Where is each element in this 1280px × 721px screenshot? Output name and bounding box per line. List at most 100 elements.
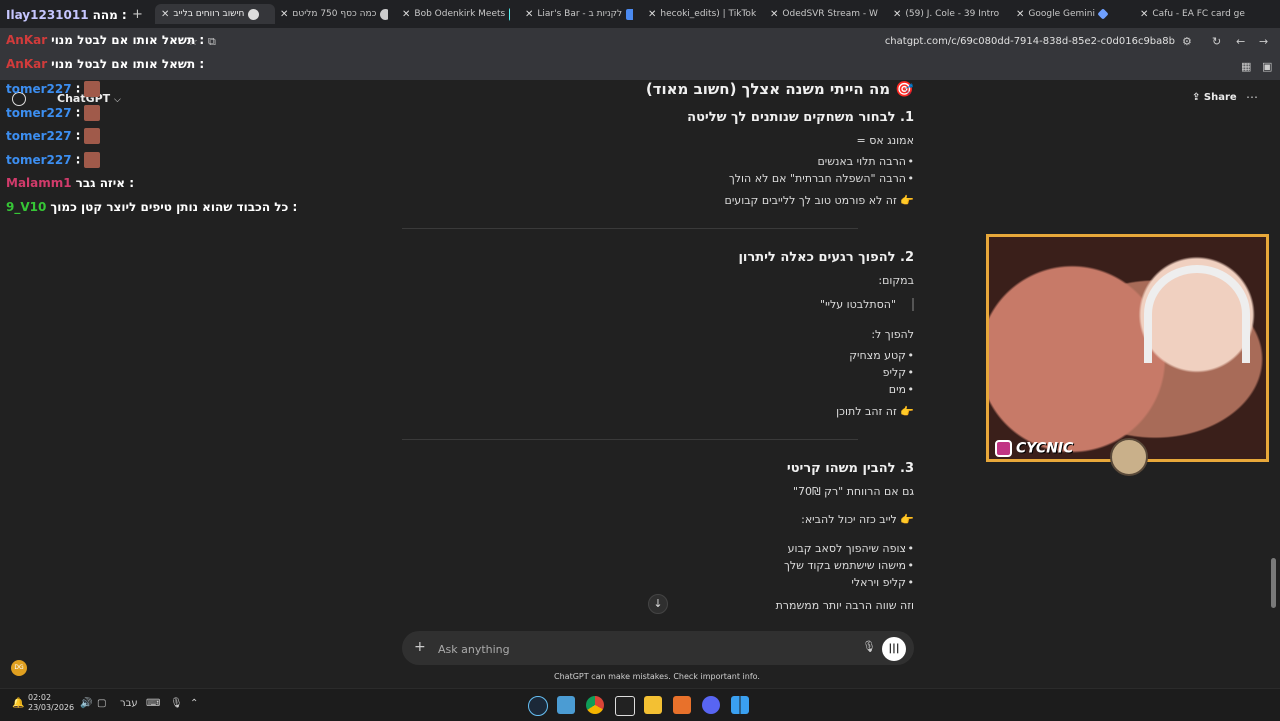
chat-text: : [75, 105, 81, 120]
new-tab-button[interactable]: + [132, 4, 146, 24]
emote-icon [84, 128, 101, 144]
keyboard-icon[interactable]: ⌨ [146, 698, 160, 709]
forward-icon[interactable]: → [1259, 35, 1268, 48]
discord-icon[interactable] [702, 696, 720, 714]
tab-label: Google Gemini [1028, 9, 1095, 19]
paragraph: וזה שווה הרבה יותר ממשמרת [775, 599, 914, 612]
close-icon[interactable]: ✕ [1016, 9, 1024, 20]
tab[interactable]: ✕ Bob Odenkirk Meets [402, 4, 510, 24]
reload-icon[interactable]: ↻ [1212, 35, 1221, 48]
plus-icon[interactable]: + [414, 639, 426, 655]
microphone-icon[interactable]: 🎙 [862, 640, 876, 653]
notification-icon[interactable]: 🔔 [12, 698, 24, 709]
more-options-icon[interactable]: ⋯ [1246, 90, 1258, 104]
tab[interactable]: ✕ (59) J. Cole - 39 Intro [893, 4, 1001, 24]
notepad-icon[interactable] [557, 696, 575, 714]
chat-username: tomer227 [6, 105, 72, 120]
chat-message-line: Ilay1231011 מהה : [6, 8, 127, 22]
list-item: קטע מצחיק [849, 349, 914, 362]
tiktok-icon [509, 7, 510, 21]
emote-icon [84, 105, 101, 121]
close-icon[interactable]: ✕ [525, 9, 533, 20]
chat-username: tomer227 [6, 128, 72, 143]
mic-icon[interactable]: 🎙 [170, 698, 183, 709]
emote-icon [84, 81, 101, 97]
gemini-icon [1097, 8, 1109, 20]
prompt-input[interactable] [436, 639, 820, 659]
share-label: Share [1203, 92, 1237, 103]
site-settings-icon[interactable]: ⚙ [1182, 35, 1192, 48]
tab[interactable]: ✕ כמה כסף 750 מליטם [280, 4, 388, 24]
file-explorer-icon[interactable] [644, 696, 662, 714]
chat-username: 9_V10 [6, 200, 47, 214]
tab-label: חישוב רווחים בלייב [173, 9, 245, 19]
chat-message-line: tomer227: [6, 128, 101, 144]
tab[interactable]: ✕ Google Gemini [1016, 4, 1124, 24]
tab[interactable]: ✕ hecoki_edits) | TikTok [648, 4, 756, 24]
list-item: צופה שיהפוך לסאב קבוע [788, 542, 915, 555]
avatar[interactable]: DG [11, 660, 27, 676]
chat-text: : [75, 152, 81, 167]
office-icon[interactable] [673, 696, 691, 714]
paragraph: אמונג אס = [856, 134, 914, 147]
language-indicator[interactable]: עבר [120, 698, 138, 709]
url-field[interactable]: chatgpt.com/c/69c080dd-7914-838d-85e2-c0… [885, 36, 1175, 47]
emote-icon [84, 152, 101, 168]
section-subheading: 1. לבחור משחקים שנותנים לך שליטה [687, 110, 914, 125]
tab[interactable]: ✕ OdedSVR Stream - W [770, 4, 878, 24]
grid-icon[interactable]: ▦ [1241, 60, 1251, 73]
sidepanel-icon[interactable]: ▣ [1262, 60, 1272, 73]
chat-message-line: Malamm1 איזה גבר : [6, 176, 134, 190]
chat-message-line: AnKar תשאל אותו אם לבטל מנוי : [6, 57, 204, 71]
tab[interactable]: ✕ Liar's Bar - לקניות ב [525, 4, 633, 24]
steam-icon[interactable] [528, 696, 548, 716]
close-icon[interactable]: ✕ [1140, 9, 1148, 20]
list-item: מים [889, 383, 915, 396]
chat-username: Ilay1231011 [6, 8, 89, 22]
close-icon[interactable]: ✕ [893, 9, 901, 20]
tab-label: hecoki_edits) | TikTok [660, 9, 756, 19]
close-icon[interactable]: ✕ [402, 9, 410, 20]
close-icon[interactable]: ✕ [648, 9, 656, 20]
close-icon[interactable]: ✕ [280, 9, 288, 20]
paragraph: במקום: [878, 274, 914, 287]
chat-username: AnKar [6, 33, 48, 47]
start-icon[interactable] [731, 696, 749, 714]
paragraph: 👉 זה לא פורמט טוב לך ללייבים קבועים [724, 194, 914, 207]
handle-text: CYCNIC [1016, 440, 1074, 457]
divider [402, 439, 858, 440]
list-item: קליפ [883, 366, 915, 379]
blockquote: "הסתלבטו עליי" [820, 298, 914, 311]
clock-time: 02:02 [28, 693, 52, 702]
scrollbar[interactable] [1271, 558, 1276, 608]
scroll-down-button[interactable]: ↓ [648, 594, 668, 614]
play-icon [626, 8, 633, 20]
chrome-icon[interactable] [586, 696, 604, 714]
chevron-down-icon: ⌵ [114, 95, 121, 105]
clock-date: 23/03/2026 [28, 703, 75, 712]
tab-active[interactable]: ✕ חישוב רווחים בלייב [155, 4, 275, 24]
chevron-up-icon[interactable]: ⌃ [190, 698, 198, 709]
volume-icon[interactable]: 🔊 [80, 698, 92, 709]
browser-tab-bar: ✕ חישוב רווחים בלייב ✕ כמה כסף 750 מליטם… [0, 0, 1280, 28]
system-clock[interactable]: 02:02 23/03/2026 [28, 693, 74, 713]
back-icon[interactable]: ← [1236, 35, 1245, 48]
disclaimer: ChatGPT can make mistakes. Check importa… [554, 672, 760, 681]
tab[interactable]: ✕ Cafu - EA FC card ge [1140, 4, 1248, 24]
display-icon[interactable]: ▢ [97, 698, 106, 709]
chat-text: תשאל אותו אם לבטל מנוי : [51, 33, 205, 47]
chat-username: AnKar [6, 57, 48, 71]
chat-message-line: tomer227: [6, 81, 101, 97]
extensions-icon[interactable]: ⧉ [208, 35, 216, 49]
voice-mode-button[interactable]: ||| [882, 637, 906, 661]
share-button[interactable]: ⇪ Share [1192, 92, 1237, 103]
close-icon[interactable]: ✕ [161, 9, 169, 20]
epic-games-icon[interactable] [615, 696, 635, 716]
close-icon[interactable]: ✕ [770, 9, 778, 20]
section-heading: 2. להפוך רגעים כאלה ליתרון [738, 250, 914, 265]
list-item: קליפ ויראלי [851, 576, 913, 589]
taskbar: 🔔 02:02 23/03/2026 🔊 ▢ עבר ⌨ 🎙 ⌃ [0, 688, 1280, 721]
pug-mascot-icon [1110, 438, 1148, 476]
share-icon: ⇪ [1192, 92, 1201, 103]
tab-label: כמה כסף 750 מליטם [292, 9, 377, 19]
